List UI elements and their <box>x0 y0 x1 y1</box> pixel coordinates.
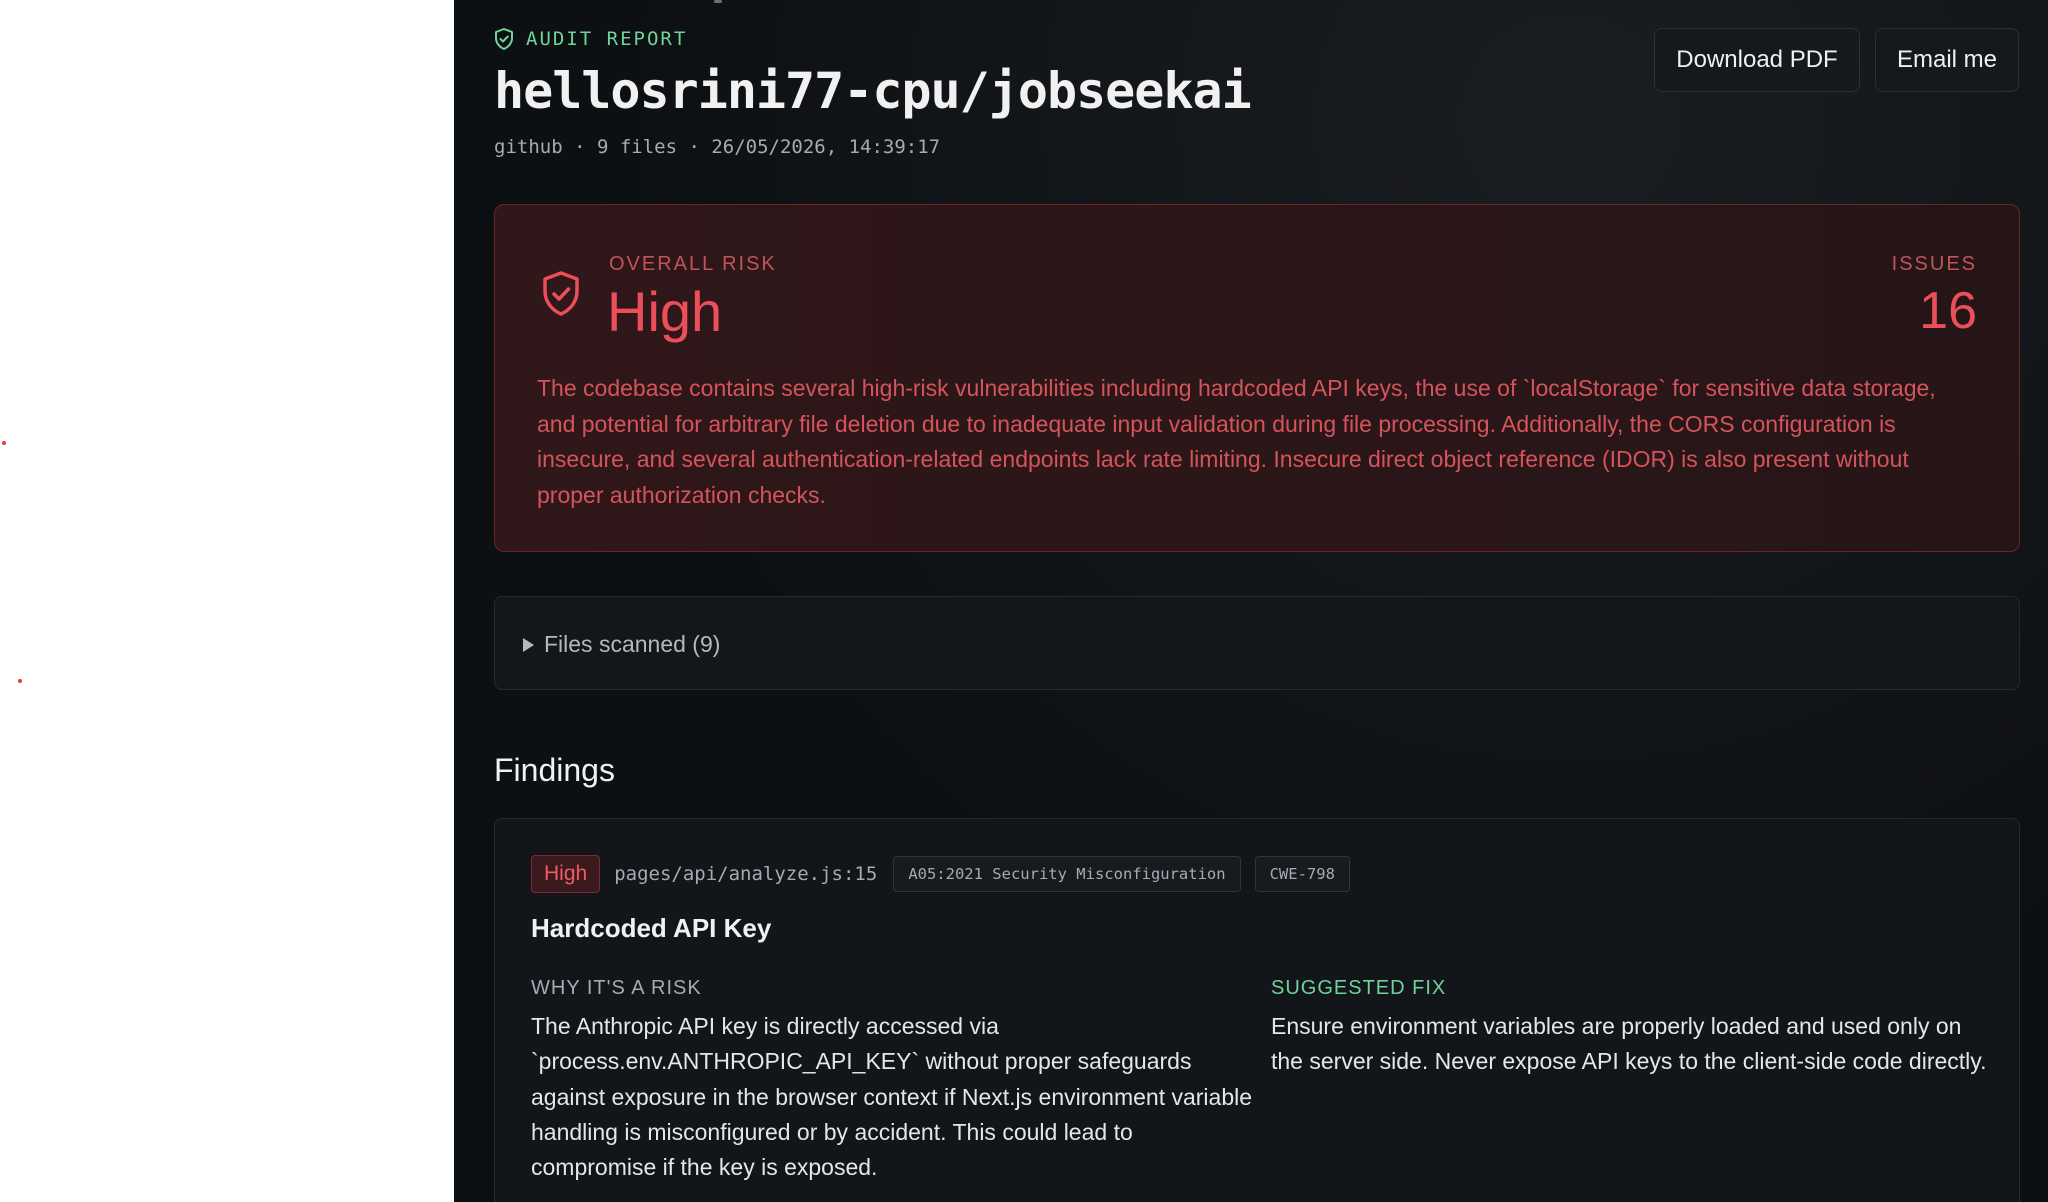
why-risk-label: WHY IT'S A RISK <box>531 977 702 999</box>
download-pdf-button[interactable]: Download PDF <box>1654 28 1860 92</box>
eyebrow-label: AUDIT REPORT <box>526 28 688 50</box>
files-scanned-panel: Files scanned (9) <box>494 596 2020 690</box>
overall-risk-label: OVERALL RISK <box>609 253 777 275</box>
scroll-remnant <box>714 0 722 3</box>
cwe-tag: CWE-798 <box>1254 856 1350 892</box>
shield-check-icon <box>541 271 581 321</box>
issues-label: ISSUES <box>1891 253 1977 275</box>
files-scanned-label: Files scanned (9) <box>544 631 721 657</box>
report-meta: github · 9 files · 26/05/2026, 14:39:17 <box>494 136 941 158</box>
shield-check-icon <box>494 28 514 50</box>
finding-tags: High pages/api/analyze.js:15 A05:2021 Se… <box>531 855 1350 893</box>
overall-risk-level: High <box>607 280 723 343</box>
repo-title: hellosrini77-cpu/jobseekai <box>494 62 1252 120</box>
files-scanned-toggle[interactable]: Files scanned (9) <box>523 631 720 658</box>
severity-badge: High <box>531 855 601 893</box>
report-eyebrow: AUDIT REPORT <box>494 28 687 50</box>
overall-risk-card: OVERALL RISK High ISSUES 16 The codebase… <box>494 204 2020 552</box>
email-me-button[interactable]: Email me <box>1875 28 2019 92</box>
caret-right-icon <box>523 637 534 652</box>
why-risk-text: The Anthropic API key is directly access… <box>531 1013 1253 1181</box>
stray-dot <box>18 679 22 683</box>
findings-heading: Findings <box>494 752 615 788</box>
suggested-fix-text: Ensure environment variables are properl… <box>1271 1013 1987 1075</box>
finding-title: Hardcoded API Key <box>531 913 772 943</box>
audit-report-panel: AUDIT REPORT hellosrini77-cpu/jobseekai … <box>454 0 2048 1202</box>
owasp-tag: A05:2021 Security Misconfiguration <box>893 856 1241 892</box>
left-blank-pane <box>0 0 454 1202</box>
issues-count: 16 <box>1919 282 1977 340</box>
suggested-fix-label: SUGGESTED FIX <box>1271 977 1447 999</box>
finding-card: High pages/api/analyze.js:15 A05:2021 Se… <box>494 818 2020 1202</box>
finding-location: pages/api/analyze.js:15 <box>614 863 878 885</box>
stray-dot <box>2 441 6 445</box>
risk-summary: The codebase contains several high-risk … <box>537 375 1936 508</box>
